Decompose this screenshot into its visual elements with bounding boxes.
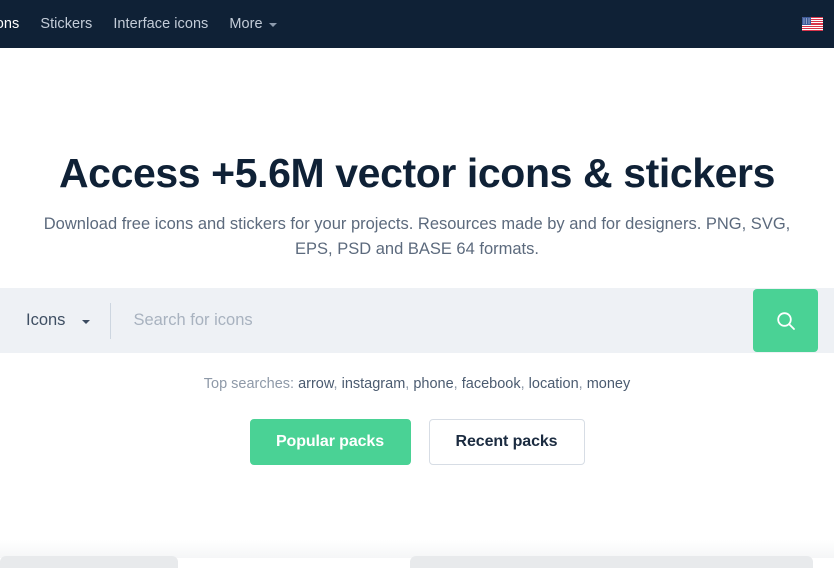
hero-section: Access +5.6M vector icons & stickers Dow… [0, 48, 834, 262]
top-searches-links: arrow, instagram, phone, facebook, locat… [298, 376, 631, 392]
search-input[interactable] [111, 288, 834, 353]
search-type-label: Icons [26, 311, 66, 329]
us-flag-icon[interactable] [802, 17, 823, 31]
search-type-dropdown[interactable]: Icons [0, 288, 110, 353]
top-search-link[interactable]: location [529, 376, 579, 392]
top-searches: Top searches: arrow, instagram, phone, f… [0, 374, 834, 395]
nav-item-label: cons [0, 16, 20, 32]
nav-item-label: Interface icons [113, 16, 209, 32]
nav-item-label: Stickers [40, 16, 93, 32]
chevron-down-icon [268, 23, 277, 27]
page-title: Access +5.6M vector icons & stickers [58, 150, 776, 196]
search-icon [776, 311, 795, 330]
search-submit-button[interactable] [753, 289, 818, 352]
nav-item-stickers[interactable]: Stickers [30, 0, 103, 48]
pack-filter-buttons: Popular packs Recent packs [0, 419, 834, 465]
pack-card[interactable] [0, 556, 178, 568]
top-search-link[interactable]: arrow [298, 376, 333, 392]
top-search-link[interactable]: instagram [342, 376, 406, 392]
top-search-link[interactable]: money [587, 376, 631, 392]
popular-packs-button[interactable]: Popular packs [249, 419, 411, 465]
nav-item-label: More [229, 16, 263, 32]
pack-card-strip [0, 556, 834, 568]
top-searches-label: Top searches: [203, 376, 295, 392]
top-search-link[interactable]: phone [413, 376, 453, 392]
chevron-down-icon [82, 320, 91, 324]
hero-subtitle: Download free icons and stickers for you… [43, 215, 791, 258]
primary-nav: cons Stickers Interface icons More [0, 0, 287, 48]
nav-item-interface-icons[interactable]: Interface icons [103, 0, 219, 48]
nav-item-more[interactable]: More [219, 0, 287, 48]
top-search-link[interactable]: facebook [462, 376, 521, 392]
nav-item-icons[interactable]: cons [0, 0, 30, 48]
recent-packs-button[interactable]: Recent packs [428, 419, 585, 465]
page-root: cons Stickers Interface icons More Access +… [0, 0, 834, 568]
navbar-right-section [802, 0, 823, 48]
pack-card[interactable] [410, 556, 813, 568]
search-bar: Icons [0, 288, 834, 353]
top-navbar: cons Stickers Interface icons More [0, 0, 834, 48]
